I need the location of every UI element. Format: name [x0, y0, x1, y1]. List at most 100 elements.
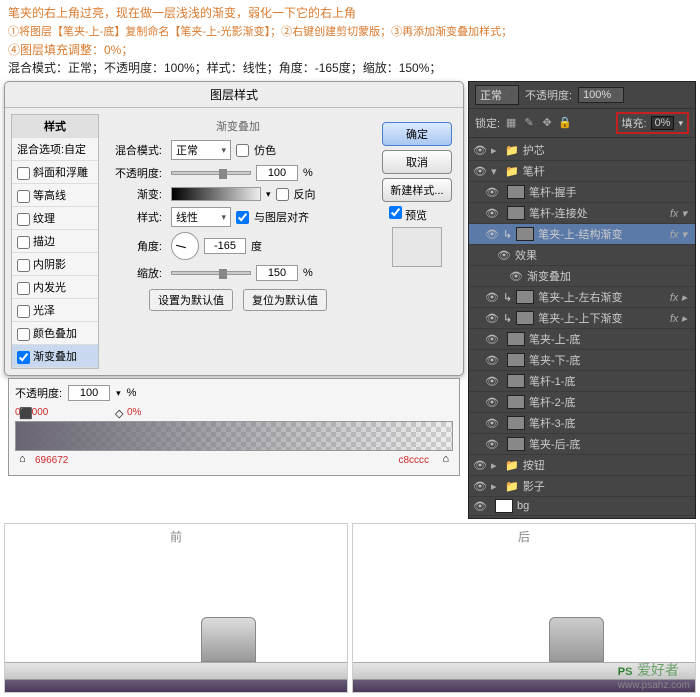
- layer-thumb[interactable]: [507, 332, 525, 346]
- stroke-checkbox[interactable]: [17, 236, 30, 249]
- visibility-icon[interactable]: 👁: [473, 144, 487, 157]
- angle-value[interactable]: -165: [204, 238, 246, 254]
- gradient-dropdown-icon[interactable]: ▾: [266, 189, 271, 200]
- scale-slider[interactable]: [171, 271, 251, 275]
- contour[interactable]: 等高线: [12, 184, 98, 207]
- layer-jiegou[interactable]: 笔夹-上-结构渐变: [538, 226, 666, 242]
- layer-2di[interactable]: 笔杆-2-底: [529, 394, 691, 410]
- grad-opacity-value[interactable]: 100: [68, 385, 110, 401]
- fx-badge[interactable]: fx ▸: [670, 291, 687, 304]
- layer-zuoyou[interactable]: 笔夹-上-左右渐变: [538, 289, 666, 305]
- layer-thumb[interactable]: [507, 206, 525, 220]
- layer-thumb[interactable]: [516, 290, 534, 304]
- layer-thumb[interactable]: [507, 353, 525, 367]
- panel-blendmode[interactable]: 正常: [475, 85, 519, 105]
- bevel-emboss[interactable]: 斜面和浮雕: [12, 161, 98, 184]
- expand-icon[interactable]: ▸: [491, 144, 501, 157]
- visibility-icon[interactable]: 👁: [485, 417, 499, 430]
- align-checkbox[interactable]: [236, 211, 249, 224]
- layer-3di[interactable]: 笔杆-3-底: [529, 415, 691, 431]
- opacity-value[interactable]: 100: [256, 165, 298, 181]
- layer-thumb[interactable]: [507, 395, 525, 409]
- gradoverlay-checkbox[interactable]: [17, 351, 30, 364]
- lock-all-icon[interactable]: 🔒: [558, 116, 572, 130]
- layer-bg[interactable]: bg: [517, 500, 691, 512]
- gradient-overlay[interactable]: 渐变叠加: [12, 345, 98, 368]
- visibility-icon[interactable]: 👁: [485, 186, 499, 199]
- expand-icon[interactable]: ▸: [491, 480, 501, 493]
- fx-badge[interactable]: fx ▸: [670, 312, 687, 325]
- panel-opacity-value[interactable]: 100%: [578, 87, 624, 103]
- reset-default-button[interactable]: 复位为默认值: [243, 289, 327, 311]
- visibility-icon[interactable]: 👁: [485, 312, 499, 325]
- satin[interactable]: 光泽: [12, 299, 98, 322]
- stop-c8cccc[interactable]: c8cccc: [398, 455, 429, 466]
- visibility-icon[interactable]: 👁: [497, 249, 511, 262]
- color-overlay[interactable]: 颜色叠加: [12, 322, 98, 345]
- layer-shangdi[interactable]: 笔夹-上-底: [529, 331, 691, 347]
- gradient-swatch[interactable]: [171, 187, 261, 201]
- reverse-checkbox[interactable]: [276, 188, 289, 201]
- color-stop-right-icon[interactable]: ⌂: [442, 453, 449, 465]
- layer-thumb[interactable]: [507, 185, 525, 199]
- layer-1di[interactable]: 笔杆-1-底: [529, 373, 691, 389]
- visibility-icon[interactable]: 👁: [473, 500, 487, 513]
- stop-696672[interactable]: 696672: [35, 455, 68, 466]
- visibility-icon[interactable]: 👁: [485, 207, 499, 220]
- visibility-icon[interactable]: 👁: [473, 165, 487, 178]
- layer-thumb[interactable]: [516, 227, 534, 241]
- blend-options[interactable]: 混合选项:自定: [12, 138, 98, 161]
- visibility-icon[interactable]: 👁: [485, 438, 499, 451]
- visibility-icon[interactable]: 👁: [485, 396, 499, 409]
- blendmode-select[interactable]: 正常: [171, 140, 231, 160]
- fill-value[interactable]: 0%: [651, 116, 675, 130]
- dither-checkbox[interactable]: [236, 144, 249, 157]
- visibility-icon[interactable]: 👁: [485, 354, 499, 367]
- visibility-icon[interactable]: 👁: [473, 459, 487, 472]
- stop-0pct[interactable]: 0%: [127, 407, 141, 418]
- layer-effects[interactable]: 效果: [515, 247, 691, 263]
- lock-pixels-icon[interactable]: ▦: [504, 116, 518, 130]
- innerglow-checkbox[interactable]: [17, 282, 30, 295]
- inner-glow[interactable]: 内发光: [12, 276, 98, 299]
- ok-button[interactable]: 确定: [382, 122, 452, 146]
- texture[interactable]: 纹理: [12, 207, 98, 230]
- innershadow-checkbox[interactable]: [17, 259, 30, 272]
- layer-houdi[interactable]: 笔夹-后-底: [529, 436, 691, 452]
- lock-brush-icon[interactable]: ✎: [522, 116, 536, 130]
- texture-checkbox[interactable]: [17, 213, 30, 226]
- visibility-icon[interactable]: 👁: [485, 375, 499, 388]
- layer-thumb[interactable]: [507, 374, 525, 388]
- preview-checkbox[interactable]: [389, 206, 402, 219]
- style-select[interactable]: 线性: [171, 207, 231, 227]
- coloroverlay-checkbox[interactable]: [17, 328, 30, 341]
- layer-yingzi[interactable]: 影子: [523, 478, 691, 494]
- opacity-stop-icon[interactable]: ⬛: [19, 407, 33, 420]
- expand-icon[interactable]: ▾: [491, 165, 501, 178]
- angle-wheel[interactable]: [171, 232, 199, 260]
- fx-badge[interactable]: fx ▾: [670, 228, 687, 241]
- layer-huxin[interactable]: 护芯: [523, 142, 691, 158]
- layer-shangxia[interactable]: 笔夹-上-上下渐变: [538, 310, 666, 326]
- visibility-icon[interactable]: 👁: [509, 270, 523, 283]
- styles-header[interactable]: 样式: [12, 115, 98, 138]
- visibility-icon[interactable]: 👁: [485, 333, 499, 346]
- set-default-button[interactable]: 设置为默认值: [149, 289, 233, 311]
- bevel-checkbox[interactable]: [17, 167, 30, 180]
- layer-bigan[interactable]: 笔杆: [523, 163, 691, 179]
- layer-thumb[interactable]: [495, 499, 513, 513]
- inner-shadow[interactable]: 内阴影: [12, 253, 98, 276]
- layer-thumb[interactable]: [507, 416, 525, 430]
- scale-value[interactable]: 150: [256, 265, 298, 281]
- cancel-button[interactable]: 取消: [382, 150, 452, 174]
- fx-badge[interactable]: fx ▾: [670, 207, 687, 220]
- glow-checkbox[interactable]: [17, 305, 30, 318]
- layer-gradoverlay[interactable]: 渐变叠加: [527, 268, 691, 284]
- gradient-bar[interactable]: [15, 421, 453, 451]
- visibility-icon[interactable]: 👁: [473, 480, 487, 493]
- layer-woshou[interactable]: 笔杆-握手: [529, 184, 691, 200]
- new-style-button[interactable]: 新建样式...: [382, 178, 452, 202]
- layer-thumb[interactable]: [507, 437, 525, 451]
- layer-thumb[interactable]: [516, 311, 534, 325]
- contour-checkbox[interactable]: [17, 190, 30, 203]
